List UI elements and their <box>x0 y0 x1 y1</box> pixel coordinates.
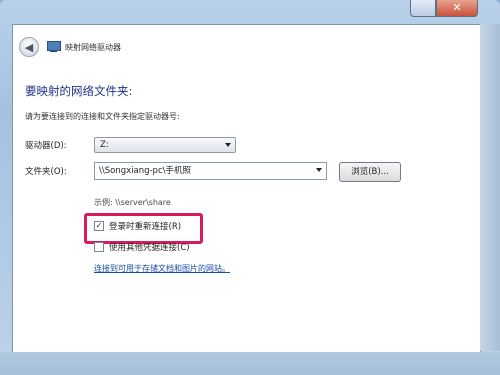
instruction-text: 请为要连接到的连接和文件夹指定驱动器号: <box>25 112 180 121</box>
other-credentials-checkbox[interactable] <box>94 242 104 252</box>
window-title: 映射网络驱动器 <box>65 42 121 52</box>
check-icon: ✓ <box>95 221 103 230</box>
other-credentials-checkbox-row[interactable]: 使用其他凭据连接(C) <box>94 241 190 253</box>
folder-label: 文件夹(O): <box>25 167 67 177</box>
example-text: 示例: \\server\share <box>94 198 171 207</box>
folder-input[interactable]: \\Songxiang-pc\手机照 <box>94 162 327 180</box>
close-button[interactable]: ✕ <box>436 0 478 17</box>
browse-button[interactable]: 浏览(B)... <box>339 162 401 182</box>
reconnect-checkbox-row[interactable]: ✓ 登录时重新连接(R) <box>94 220 181 232</box>
drive-select-value: Z: <box>100 140 109 150</box>
dialog-content: ◀ 映射网络驱动器 要映射的网络文件夹: 请为要连接到的连接和文件夹指定驱动器号… <box>12 24 481 353</box>
nav-row: ◀ 映射网络驱动器 <box>19 37 121 57</box>
chevron-down-icon <box>225 143 231 147</box>
close-icon: ✕ <box>452 1 462 14</box>
storage-website-link[interactable]: 连接到可用于存储文档和图片的网站。 <box>94 263 230 274</box>
drive-label: 驱动器(D): <box>25 141 67 151</box>
drive-select[interactable]: Z: <box>94 137 236 153</box>
other-credentials-label: 使用其他凭据连接(C) <box>109 243 190 253</box>
network-drive-icon <box>47 41 61 53</box>
window-frame-bottom <box>0 352 500 375</box>
page-heading: 要映射的网络文件夹: <box>25 84 133 98</box>
window-frame-right <box>480 24 500 351</box>
dialog-window: ✕ ◀ 映射网络驱动器 要映射的网络文件夹: 请为要连接到的连接和文件夹指定驱动… <box>0 0 500 375</box>
back-arrow-icon: ◀ <box>24 40 34 54</box>
minimize-button[interactable] <box>410 0 436 17</box>
folder-input-value: \\Songxiang-pc\手机照 <box>99 166 191 176</box>
back-button[interactable]: ◀ <box>19 37 39 57</box>
chevron-down-icon[interactable] <box>316 168 322 172</box>
caption-buttons: ✕ <box>410 0 478 17</box>
reconnect-checkbox[interactable]: ✓ <box>94 221 104 231</box>
title-bar: ✕ <box>0 0 500 22</box>
reconnect-label: 登录时重新连接(R) <box>109 222 182 232</box>
